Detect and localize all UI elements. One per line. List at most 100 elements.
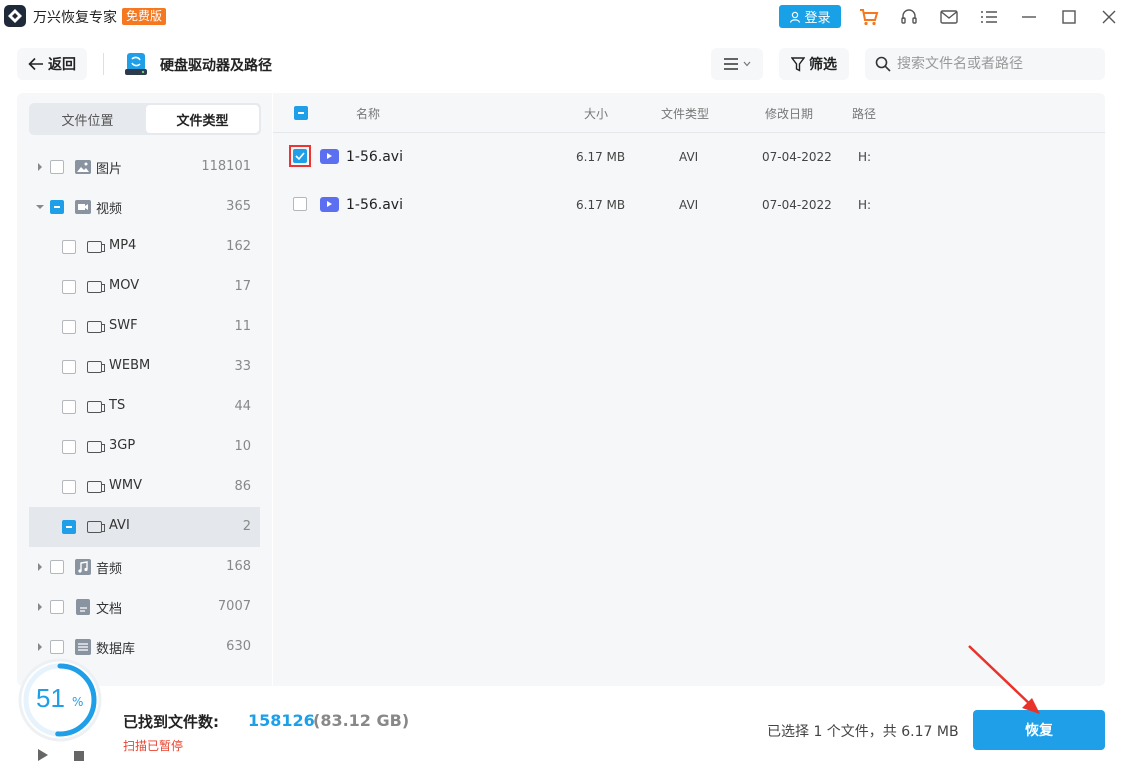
subtype-3gp[interactable]: 3GP 10 [29, 427, 260, 467]
subtype-label: WEBM [109, 358, 151, 373]
category-label: 图片 [96, 162, 123, 177]
subtype-count: 44 [234, 399, 251, 414]
view-mode-button[interactable] [711, 48, 763, 80]
subtype-label: WMV [109, 478, 142, 493]
subtype-checkbox[interactable] [62, 360, 76, 374]
login-button[interactable]: 登录 [779, 5, 841, 28]
back-button[interactable]: 返回 [17, 48, 87, 80]
category-audio[interactable]: 音频 168 [29, 547, 260, 587]
table-row[interactable]: 1-56.avi 6.17 MB AVI 07-04-2022 H: [273, 133, 1105, 181]
filter-label: 筛选 [809, 57, 837, 73]
menu-icon[interactable] [978, 6, 1000, 28]
expand-caret-icon[interactable] [38, 643, 42, 651]
selection-summary: 已选择 1 个文件，共 6.17 MB [767, 724, 959, 740]
subtype-checkbox[interactable] [62, 480, 76, 494]
subtype-checkbox[interactable] [62, 400, 76, 414]
search-icon [875, 56, 891, 72]
play-icon[interactable] [38, 749, 48, 761]
file-type: AVI [679, 150, 699, 164]
hard-drive-icon [125, 53, 147, 75]
column-header-size[interactable]: 大小 [584, 93, 608, 133]
subtype-webm[interactable]: WEBM 33 [29, 347, 260, 387]
maximize-icon[interactable] [1058, 6, 1080, 28]
recover-button[interactable]: 恢复 [973, 710, 1105, 750]
close-icon[interactable] [1098, 6, 1120, 28]
subtype-swf[interactable]: SWF 11 [29, 307, 260, 347]
minimize-icon[interactable] [1018, 6, 1040, 28]
file-path: H: [858, 198, 872, 212]
expand-caret-icon[interactable] [38, 563, 42, 571]
subtype-checkbox[interactable] [62, 320, 76, 334]
file-type-panel: 文件位置 文件类型 图片 118101 视频 365 MP4 162 MOV 1… [17, 93, 272, 686]
login-label: 登录 [804, 11, 831, 26]
category-documents[interactable]: 文档 7007 [29, 587, 260, 627]
video-file-icon [320, 149, 339, 164]
app-title: 万兴恢复专家 [33, 10, 117, 26]
column-header-type[interactable]: 文件类型 [661, 93, 709, 133]
list-view-icon [723, 58, 738, 70]
subtype-avi[interactable]: AVI 2 [29, 507, 260, 547]
file-list-panel: 名称 大小 文件类型 修改日期 路径 1-56.avi 6.17 MB AVI … [273, 93, 1105, 686]
subtype-count: 17 [234, 279, 251, 294]
category-checkbox[interactable] [50, 160, 64, 174]
category-checkbox[interactable] [50, 600, 64, 614]
video-camera-icon [75, 200, 91, 214]
select-all-checkbox[interactable] [294, 106, 308, 120]
subtype-label: SWF [109, 318, 138, 333]
music-note-icon [75, 559, 91, 575]
category-checkbox[interactable] [50, 200, 64, 214]
subtype-count: 11 [234, 319, 251, 334]
document-icon [76, 599, 90, 615]
title-bar: 万兴恢复专家 免费版 登录 [0, 0, 1124, 34]
mail-icon[interactable] [938, 6, 960, 28]
file-name: 1-56.avi [346, 149, 403, 165]
file-date: 07-04-2022 [762, 150, 832, 164]
file-size: 6.17 MB [576, 150, 626, 164]
video-file-icon [87, 521, 105, 533]
collapse-caret-icon[interactable] [36, 205, 44, 209]
subtype-mov[interactable]: MOV 17 [29, 267, 260, 307]
subtype-wmv[interactable]: WMV 86 [29, 467, 260, 507]
expand-caret-icon[interactable] [38, 603, 42, 611]
subtype-label: MP4 [109, 238, 137, 253]
subtype-count: 33 [234, 359, 251, 374]
cart-icon[interactable] [858, 6, 880, 28]
subtype-count: 86 [234, 479, 251, 494]
category-count: 630 [226, 639, 251, 654]
view-switcher: 文件位置 文件类型 [29, 103, 261, 135]
file-size: 6.17 MB [576, 198, 626, 212]
subtype-checkbox[interactable] [62, 440, 76, 454]
video-file-icon [87, 441, 105, 453]
progress-percent: 51 [36, 683, 65, 713]
search-input[interactable] [897, 56, 1097, 72]
category-checkbox[interactable] [50, 560, 64, 574]
tab-file-location[interactable]: 文件位置 [31, 105, 144, 133]
subtype-mp4[interactable]: MP4 162 [29, 227, 260, 267]
subtype-checkbox[interactable] [62, 280, 76, 294]
subtype-ts[interactable]: TS 44 [29, 387, 260, 427]
subtype-checkbox[interactable] [62, 520, 76, 534]
database-icon [75, 639, 91, 655]
filter-button[interactable]: 筛选 [779, 48, 849, 80]
video-file-icon [87, 281, 105, 293]
category-pictures[interactable]: 图片 118101 [29, 147, 260, 187]
column-header-path[interactable]: 路径 [852, 93, 876, 133]
category-label: 文档 [96, 602, 123, 617]
row-checkbox[interactable] [293, 197, 307, 211]
file-type: AVI [679, 198, 699, 212]
search-box[interactable] [865, 48, 1105, 80]
subtype-checkbox[interactable] [62, 240, 76, 254]
expand-caret-icon[interactable] [38, 163, 42, 171]
stop-icon[interactable] [74, 751, 84, 761]
column-header-date[interactable]: 修改日期 [765, 93, 813, 133]
category-count: 7007 [217, 599, 251, 614]
category-checkbox[interactable] [50, 640, 64, 654]
column-header-name[interactable]: 名称 [356, 93, 380, 133]
row-checkbox[interactable] [293, 149, 307, 163]
category-count: 168 [226, 559, 251, 574]
headset-icon[interactable] [898, 6, 920, 28]
category-video[interactable]: 视频 365 [29, 187, 260, 227]
tab-file-type[interactable]: 文件类型 [146, 105, 259, 133]
table-row[interactable]: 1-56.avi 6.17 MB AVI 07-04-2022 H: [273, 181, 1105, 229]
found-files-size: (83.12 GB) [313, 711, 410, 730]
